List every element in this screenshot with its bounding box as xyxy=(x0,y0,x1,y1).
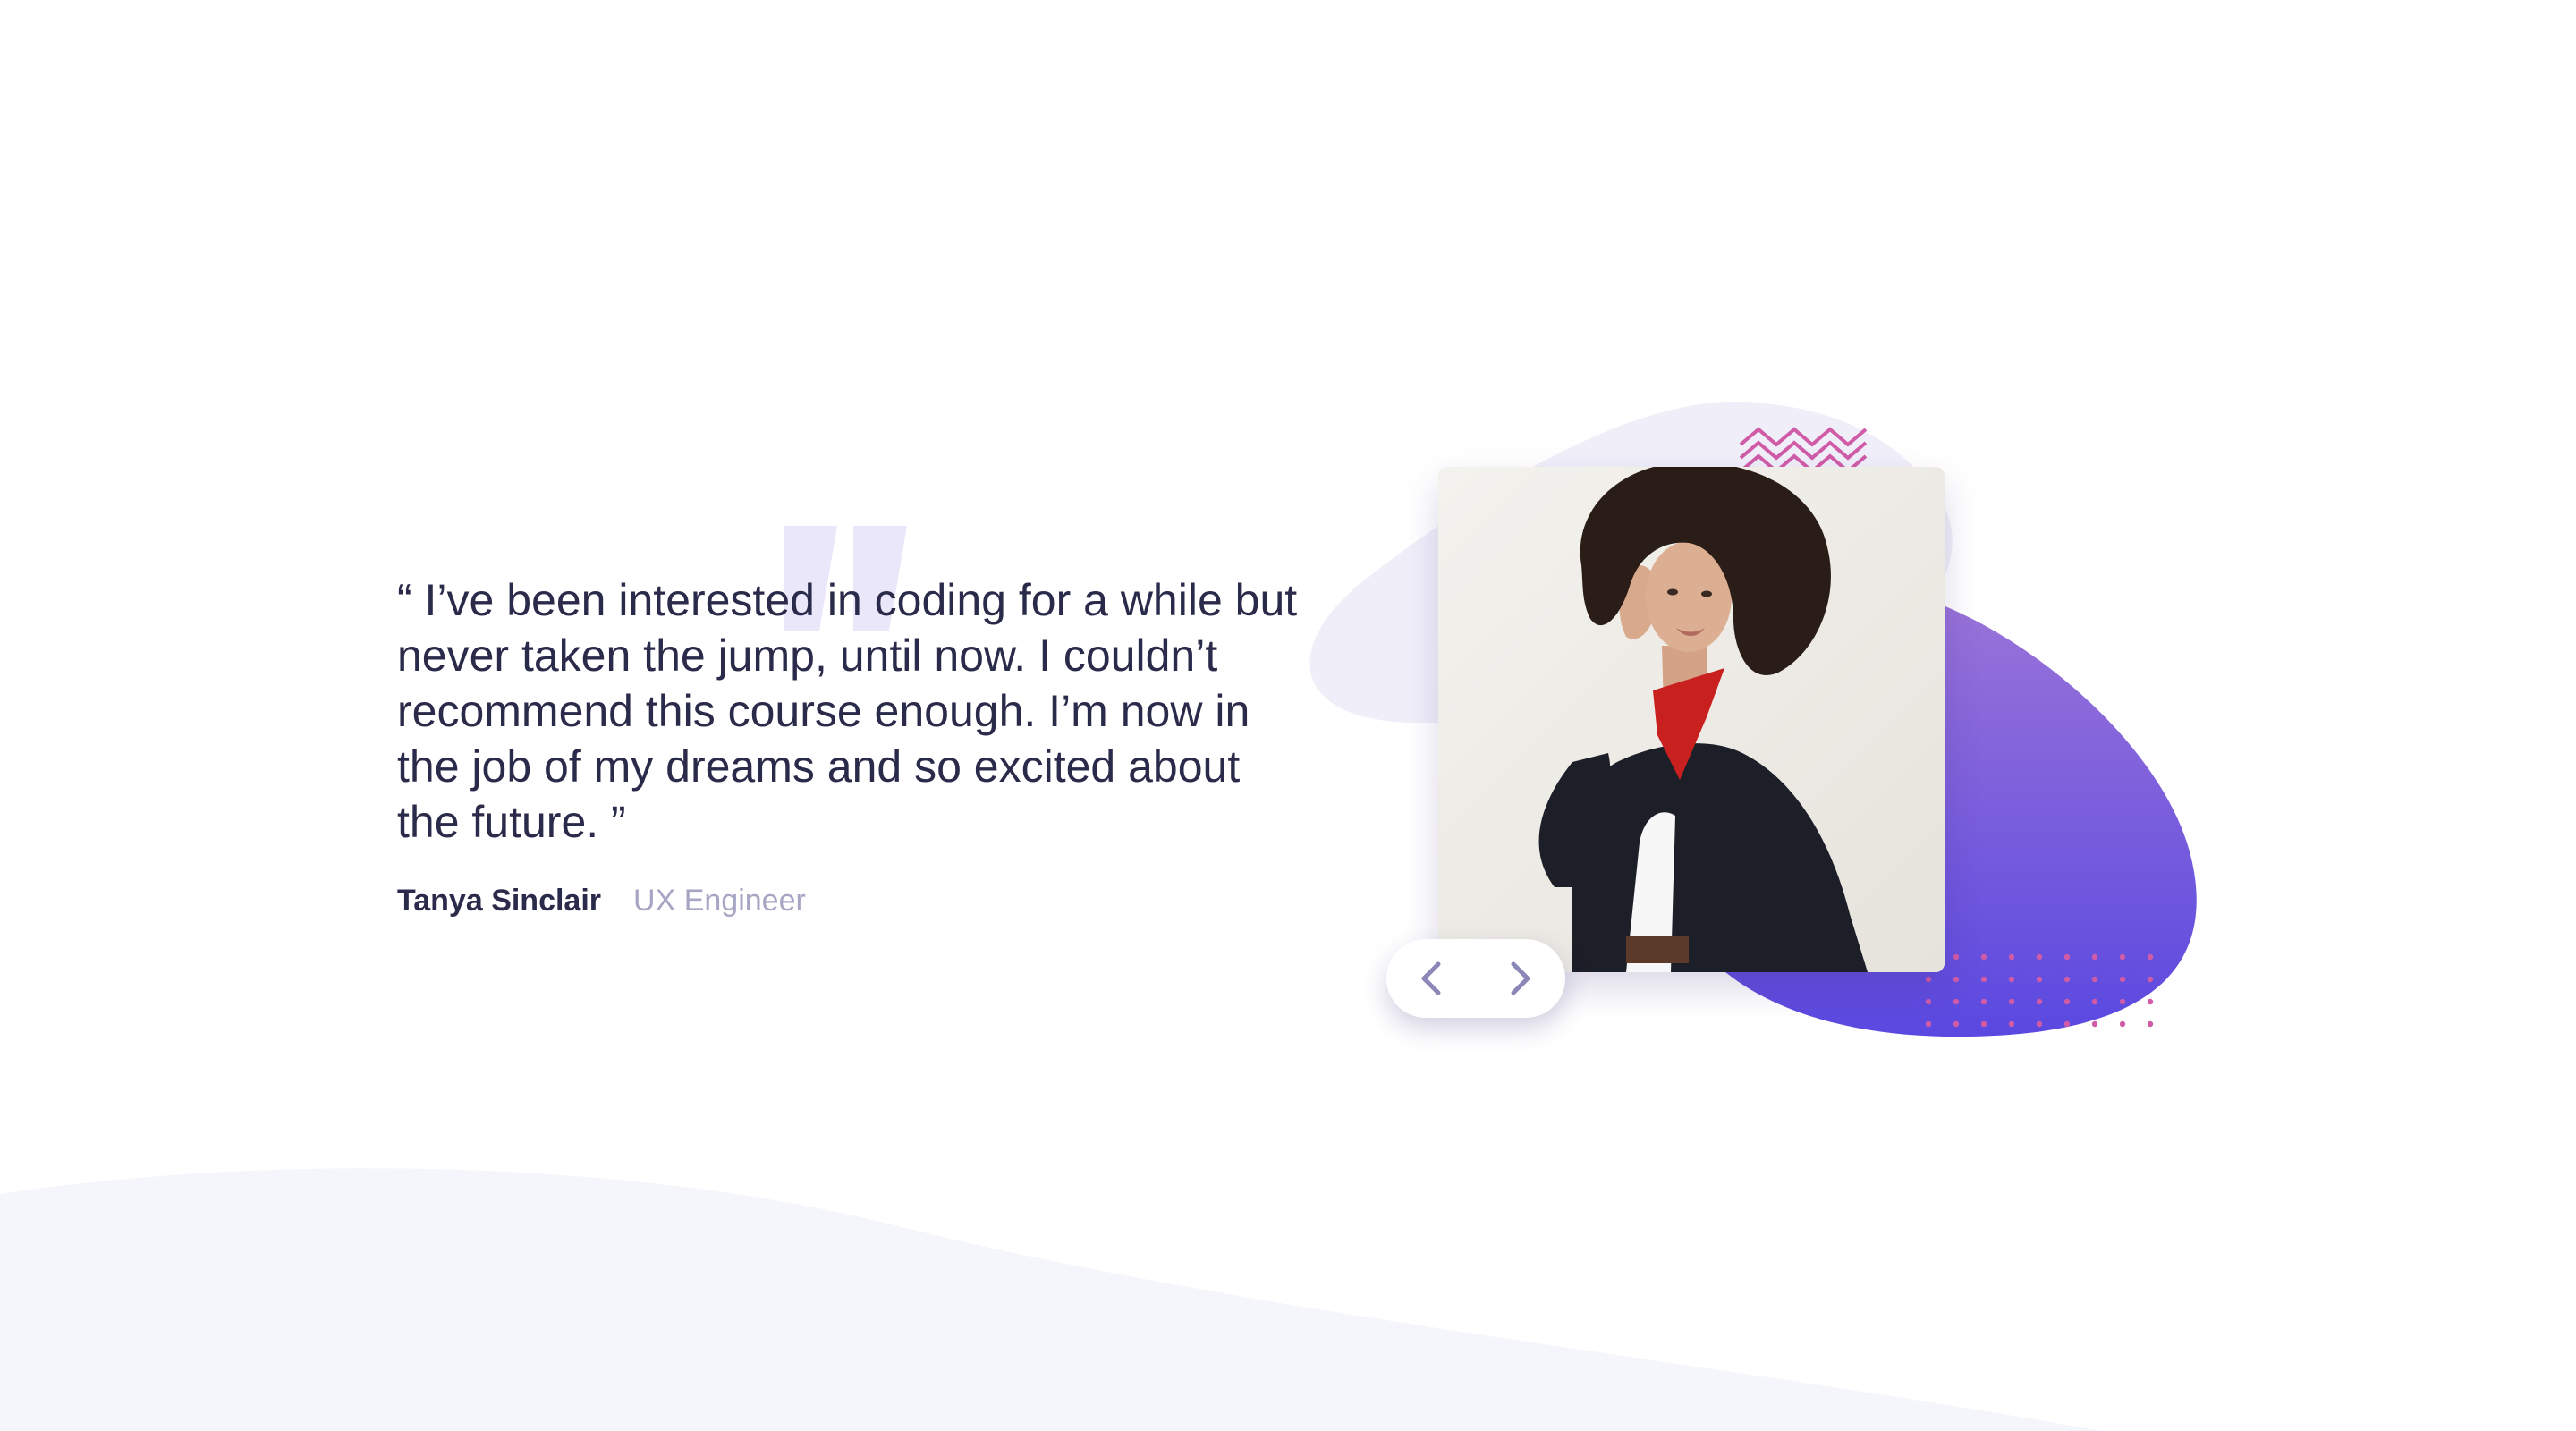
chevron-right-icon xyxy=(1511,961,1530,995)
testimonial: “ I’ve been interested in coding for a w… xyxy=(397,572,1301,919)
testimonial-photo xyxy=(1438,467,1945,972)
chevron-left-icon xyxy=(1421,961,1441,995)
author-info: Tanya Sinclair UX Engineer xyxy=(397,884,1301,919)
portrait-illustration xyxy=(1438,467,1945,972)
next-button[interactable] xyxy=(1494,952,1547,1005)
author-name: Tanya Sinclair xyxy=(397,884,602,918)
author-role: UX Engineer xyxy=(633,884,806,918)
quote-text: “ I’ve been interested in coding for a w… xyxy=(397,575,1298,847)
previous-button[interactable] xyxy=(1404,952,1458,1005)
slider-navigation xyxy=(1386,939,1565,1018)
